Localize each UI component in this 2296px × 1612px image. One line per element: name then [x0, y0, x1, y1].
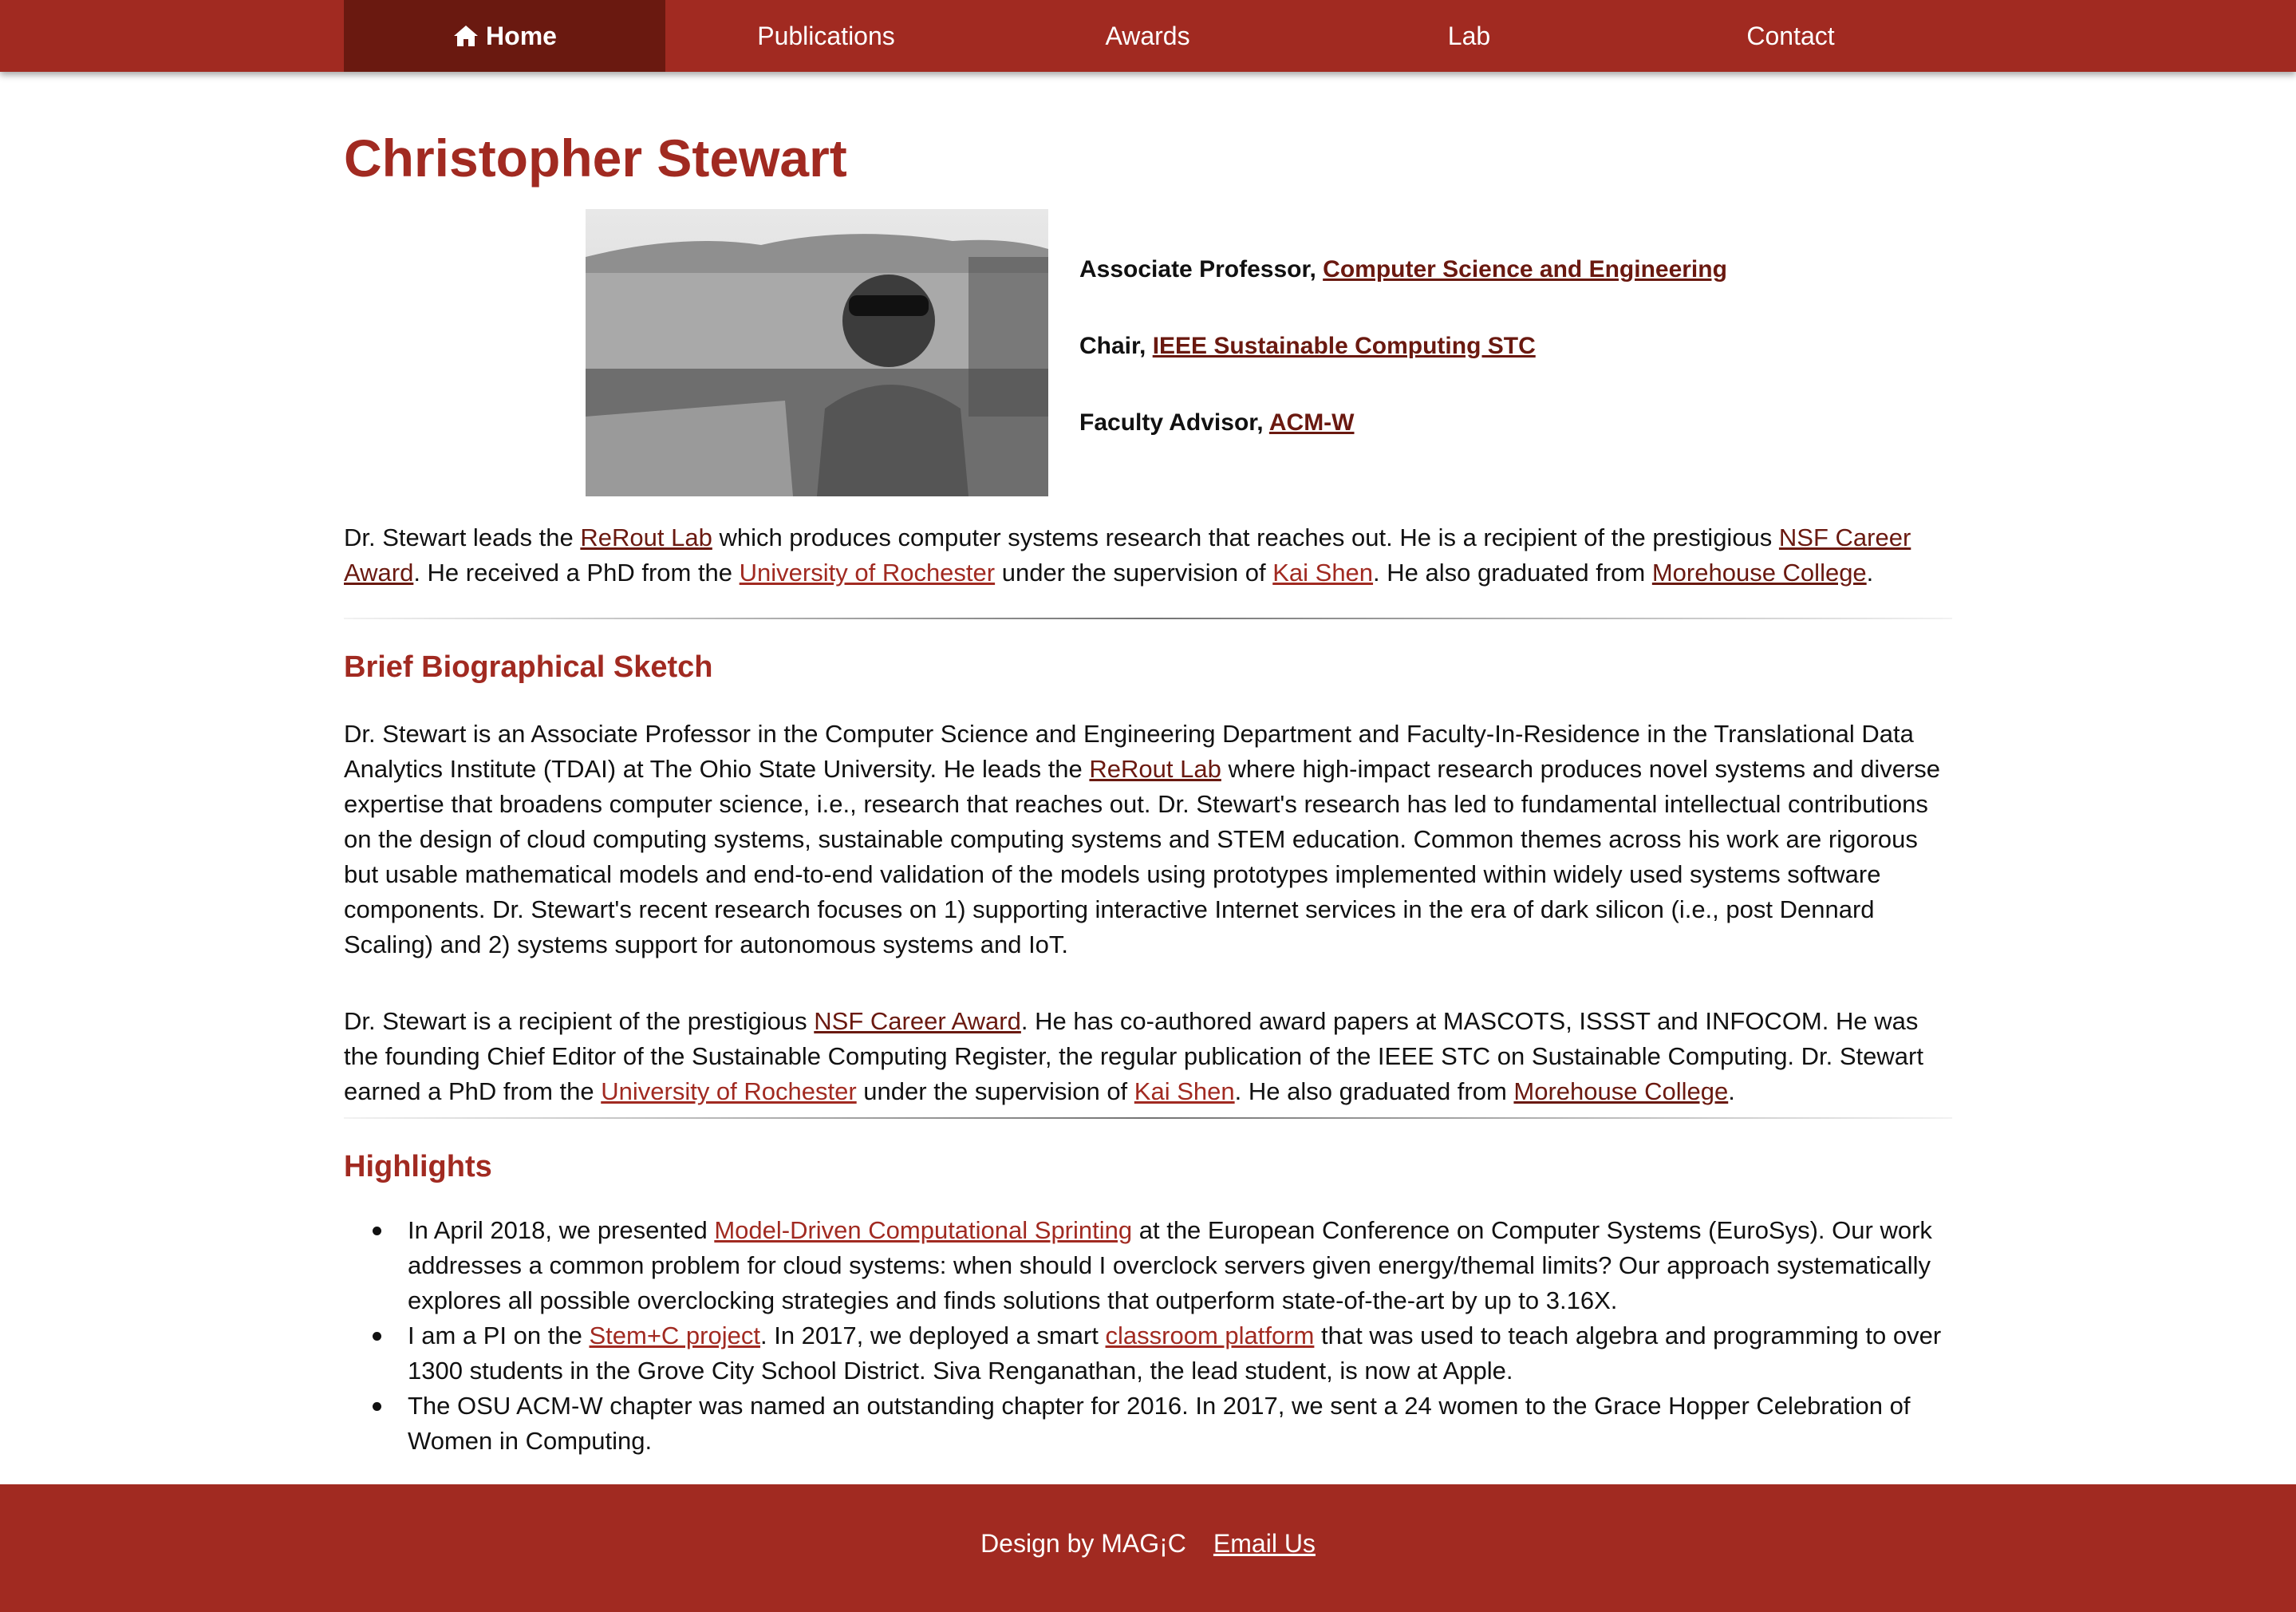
highlights-list: In April 2018, we presented Model-Driven…: [373, 1213, 1952, 1459]
link-kai-shen[interactable]: Kai Shen: [1272, 559, 1373, 587]
page-title: Christopher Stewart: [344, 128, 847, 188]
link-model-driven-sprinting[interactable]: Model-Driven Computational Sprinting: [714, 1216, 1132, 1244]
design-credit: Design by MAG¡C: [980, 1529, 1186, 1558]
role-faculty-advisor: Faculty Advisor, ACM-W: [1079, 407, 1727, 484]
bio-paragraph-1: Dr. Stewart is an Associate Professor in…: [344, 720, 1941, 958]
roles-list: Associate Professor, Computer Science an…: [1079, 254, 1727, 484]
nav-item-awards[interactable]: Awards: [987, 0, 1308, 72]
list-item: In April 2018, we presented Model-Driven…: [373, 1213, 1952, 1318]
nav-item-publications[interactable]: Publications: [665, 0, 987, 72]
role-prefix: Faculty Advisor,: [1079, 409, 1269, 436]
link-stem-c-project[interactable]: Stem+C project: [589, 1322, 760, 1349]
top-nav: Home Publications Awards Lab Contact: [0, 0, 2296, 72]
profile-photo: [586, 209, 1048, 496]
home-icon: [454, 26, 479, 46]
link-university-of-rochester[interactable]: University of Rochester: [601, 1077, 856, 1105]
footer-content: Design by MAG¡C Email Us: [0, 1529, 2296, 1559]
nav-item-contact[interactable]: Contact: [1630, 0, 1951, 72]
link-rerout-lab[interactable]: ReRout Lab: [1089, 755, 1221, 783]
link-cse-department[interactable]: Computer Science and Engineering: [1323, 256, 1727, 282]
nav-label-contact: Contact: [1746, 21, 1835, 50]
link-university-of-rochester[interactable]: University of Rochester: [740, 559, 995, 587]
link-acm-w[interactable]: ACM-W: [1269, 409, 1355, 436]
link-kai-shen[interactable]: Kai Shen: [1134, 1077, 1235, 1105]
nav-label-publications: Publications: [757, 21, 895, 50]
footer: Design by MAG¡C Email Us: [0, 1484, 2296, 1612]
link-nsf-career-award[interactable]: NSF Career Award: [814, 1007, 1021, 1035]
divider: [344, 1117, 1952, 1119]
nav-item-lab[interactable]: Lab: [1308, 0, 1630, 72]
highlights-heading: Highlights: [344, 1150, 492, 1183]
email-us-link[interactable]: Email Us: [1213, 1529, 1316, 1558]
intro-paragraph: Dr. Stewart leads the ReRout Lab which p…: [344, 524, 1911, 587]
link-morehouse-college[interactable]: Morehouse College: [1513, 1077, 1728, 1105]
nav-label-lab: Lab: [1447, 21, 1491, 50]
link-morehouse-college[interactable]: Morehouse College: [1652, 559, 1867, 587]
role-associate-professor: Associate Professor, Computer Science an…: [1079, 254, 1727, 330]
role-prefix: Chair,: [1079, 333, 1153, 359]
bio-heading: Brief Biographical Sketch: [344, 650, 713, 684]
nav-items: Home Publications Awards Lab Contact: [344, 0, 1951, 72]
list-item: The OSU ACM-W chapter was named an outst…: [373, 1389, 1952, 1459]
role-prefix: Associate Professor,: [1079, 256, 1324, 282]
link-classroom-platform[interactable]: classroom platform: [1106, 1322, 1315, 1349]
nav-item-home[interactable]: Home: [344, 0, 665, 72]
nav-label-awards: Awards: [1105, 21, 1190, 50]
link-rerout-lab[interactable]: ReRout Lab: [580, 524, 712, 551]
link-ieee-stc[interactable]: IEEE Sustainable Computing STC: [1153, 333, 1536, 359]
bio-paragraph-2: Dr. Stewart is a recipient of the presti…: [344, 1007, 1923, 1105]
list-item: I am a PI on the Stem+C project. In 2017…: [373, 1318, 1952, 1389]
role-chair: Chair, IEEE Sustainable Computing STC: [1079, 330, 1727, 407]
divider: [344, 618, 1952, 619]
nav-label-home: Home: [486, 21, 557, 50]
